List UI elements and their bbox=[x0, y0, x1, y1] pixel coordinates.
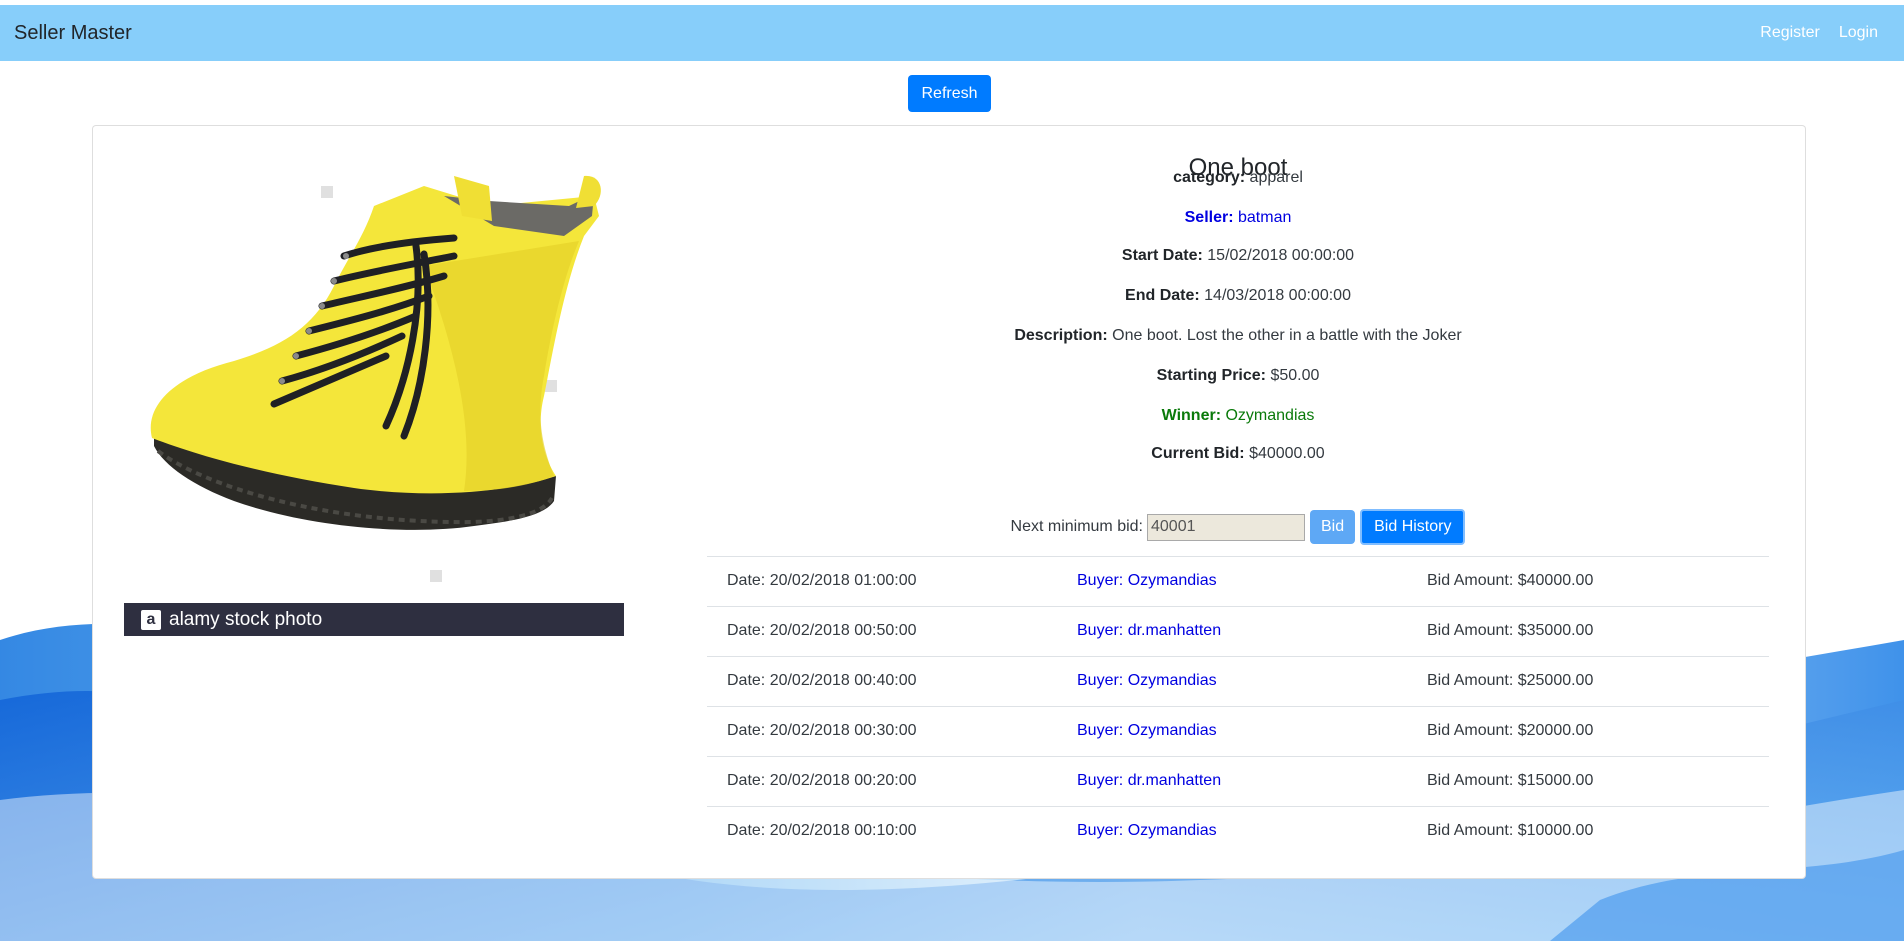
bid-form: Next minimum bid: Bid Bid History bbox=[707, 509, 1769, 545]
start-date-row: Start Date: 15/02/2018 00:00:00 bbox=[707, 247, 1769, 265]
description-label: Description: bbox=[1014, 327, 1108, 344]
bid-history-button[interactable]: Bid History bbox=[1360, 509, 1466, 545]
bid-buyer[interactable]: Buyer: dr.manhatten bbox=[1077, 772, 1221, 790]
bid-buyer[interactable]: Buyer: dr.manhatten bbox=[1077, 622, 1221, 640]
start-date-label: Start Date: bbox=[1121, 247, 1203, 264]
bid-buyer[interactable]: Buyer: Ozymandias bbox=[1077, 722, 1217, 740]
category-row: category: apparel bbox=[707, 169, 1769, 187]
table-row: Date: 20/02/2018 00:10:00 Buyer: Ozymand… bbox=[707, 806, 1769, 856]
category-value: apparel bbox=[1249, 169, 1303, 186]
bid-date: Date: 20/02/2018 00:50:00 bbox=[727, 622, 917, 639]
bid-amount: Bid Amount: $20000.00 bbox=[1427, 722, 1594, 739]
bid-amount: Bid Amount: $40000.00 bbox=[1427, 572, 1594, 589]
refresh-button[interactable]: Refresh bbox=[908, 75, 991, 112]
description-value: One boot. Lost the other in a battle wit… bbox=[1112, 327, 1462, 344]
description-row: Description: One boot. Lost the other in… bbox=[707, 327, 1769, 345]
table-row: Date: 20/02/2018 01:00:00 Buyer: Ozymand… bbox=[707, 556, 1769, 606]
starting-price-row: Starting Price: $50.00 bbox=[707, 367, 1769, 385]
login-link[interactable]: Login bbox=[1839, 24, 1878, 42]
winner-row: Winner: Ozymandias bbox=[707, 407, 1769, 425]
brand-title[interactable]: Seller Master bbox=[14, 22, 132, 45]
category-label: category: bbox=[1173, 169, 1246, 186]
navbar: Seller Master Register Login bbox=[0, 5, 1904, 61]
start-date-value: 15/02/2018 00:00:00 bbox=[1207, 247, 1355, 264]
current-bid-row: Current Bid: $40000.00 bbox=[707, 445, 1769, 463]
seller-value[interactable]: batman bbox=[1238, 209, 1291, 226]
table-row: Date: 20/02/2018 00:30:00 Buyer: Ozymand… bbox=[707, 706, 1769, 756]
bid-buyer[interactable]: Buyer: Ozymandias bbox=[1077, 672, 1217, 690]
bid-amount-input[interactable] bbox=[1147, 513, 1305, 541]
bid-amount: Bid Amount: $35000.00 bbox=[1427, 622, 1594, 639]
photo-credit-bar: a alamy stock photo bbox=[124, 603, 624, 636]
bid-date: Date: 20/02/2018 00:10:00 bbox=[727, 822, 917, 839]
bid-amount: Bid Amount: $15000.00 bbox=[1427, 772, 1594, 789]
current-bid-label: Current Bid: bbox=[1151, 445, 1245, 462]
product-card: a alamy stock photo One boot category: a… bbox=[92, 125, 1806, 879]
seller-row: Seller: batman bbox=[707, 209, 1769, 227]
bid-date: Date: 20/02/2018 00:30:00 bbox=[727, 722, 917, 739]
end-date-value: 14/03/2018 00:00:00 bbox=[1204, 287, 1351, 304]
bid-history-list: Date: 20/02/2018 01:00:00 Buyer: Ozymand… bbox=[707, 556, 1769, 856]
current-bid-value: $40000.00 bbox=[1249, 445, 1325, 462]
next-bid-label: Next minimum bid: bbox=[1010, 518, 1143, 535]
photo-credit: alamy stock photo bbox=[169, 608, 323, 630]
bid-date: Date: 20/02/2018 00:20:00 bbox=[727, 772, 917, 789]
end-date-label: End Date: bbox=[1125, 287, 1200, 304]
table-row: Date: 20/02/2018 00:40:00 Buyer: Ozymand… bbox=[707, 656, 1769, 706]
bid-date: Date: 20/02/2018 01:00:00 bbox=[727, 572, 917, 589]
end-date-row: End Date: 14/03/2018 00:00:00 bbox=[707, 287, 1769, 305]
nav-links: Register Login bbox=[1760, 24, 1878, 42]
winner-value[interactable]: Ozymandias bbox=[1225, 407, 1314, 424]
starting-price-label: Starting Price: bbox=[1156, 367, 1266, 384]
winner-label: Winner: bbox=[1161, 407, 1222, 424]
bid-button[interactable]: Bid bbox=[1310, 510, 1356, 544]
table-row: Date: 20/02/2018 00:20:00 Buyer: dr.manh… bbox=[707, 756, 1769, 806]
seller-label: Seller: bbox=[1184, 209, 1234, 226]
bid-buyer[interactable]: Buyer: Ozymandias bbox=[1077, 572, 1217, 590]
bid-amount: Bid Amount: $25000.00 bbox=[1427, 672, 1594, 689]
product-image: a alamy stock photo bbox=[124, 146, 624, 636]
bid-buyer[interactable]: Buyer: Ozymandias bbox=[1077, 822, 1217, 840]
bid-date: Date: 20/02/2018 00:40:00 bbox=[727, 672, 917, 689]
register-link[interactable]: Register bbox=[1760, 24, 1820, 42]
alamy-logo-icon: a bbox=[141, 609, 161, 630]
starting-price-value: $50.00 bbox=[1270, 367, 1320, 384]
boot-illustration bbox=[150, 175, 601, 582]
table-row: Date: 20/02/2018 00:50:00 Buyer: dr.manh… bbox=[707, 606, 1769, 656]
bid-amount: Bid Amount: $10000.00 bbox=[1427, 822, 1594, 839]
